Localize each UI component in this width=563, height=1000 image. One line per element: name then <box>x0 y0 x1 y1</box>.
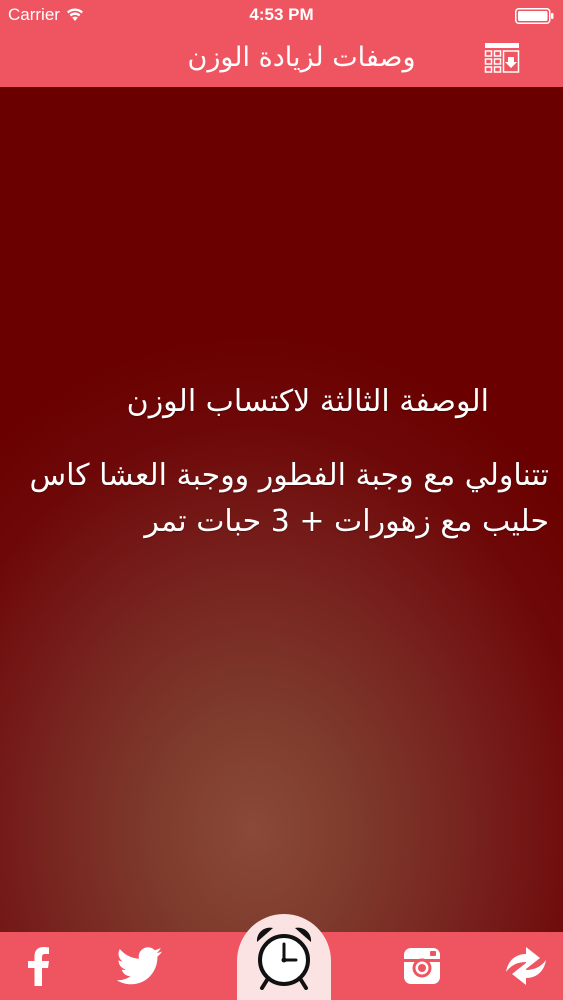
recipe-content-area: الوصفة الثالثة لاكتساب الوزن تتناولي مع … <box>0 87 563 932</box>
share-icon <box>504 946 548 986</box>
facebook-icon <box>25 946 51 986</box>
recipe-title: الوصفة الثالثة لاكتساب الوزن <box>126 384 489 419</box>
recipe-body: تتناولي مع وجبة الفطور ووجبة العشا كاس ح… <box>29 458 549 539</box>
bottom-tab-bar <box>0 914 563 1000</box>
app-screen: Carrier 4:53 PM وصفات لزيادة الوزن الوصف… <box>0 0 563 1000</box>
alarm-button[interactable] <box>237 914 331 1000</box>
status-time: 4:53 PM <box>249 5 314 24</box>
twitter-icon <box>115 947 163 985</box>
twitter-button[interactable] <box>108 932 170 1000</box>
facebook-button[interactable] <box>10 932 66 1000</box>
share-button[interactable] <box>498 932 554 1000</box>
page-title: وصفات لزيادة الوزن <box>187 42 416 73</box>
instagram-icon <box>402 946 442 986</box>
navigation-bar: وصفات لزيادة الوزن <box>0 30 563 87</box>
instagram-button[interactable] <box>394 932 450 1000</box>
battery-icon <box>515 8 555 24</box>
alarm-clock-icon <box>253 924 315 990</box>
status-bar: Carrier 4:53 PM <box>0 0 563 30</box>
recipe-text-block: الوصفة الثالثة لاكتساب الوزن تتناولي مع … <box>10 379 549 545</box>
